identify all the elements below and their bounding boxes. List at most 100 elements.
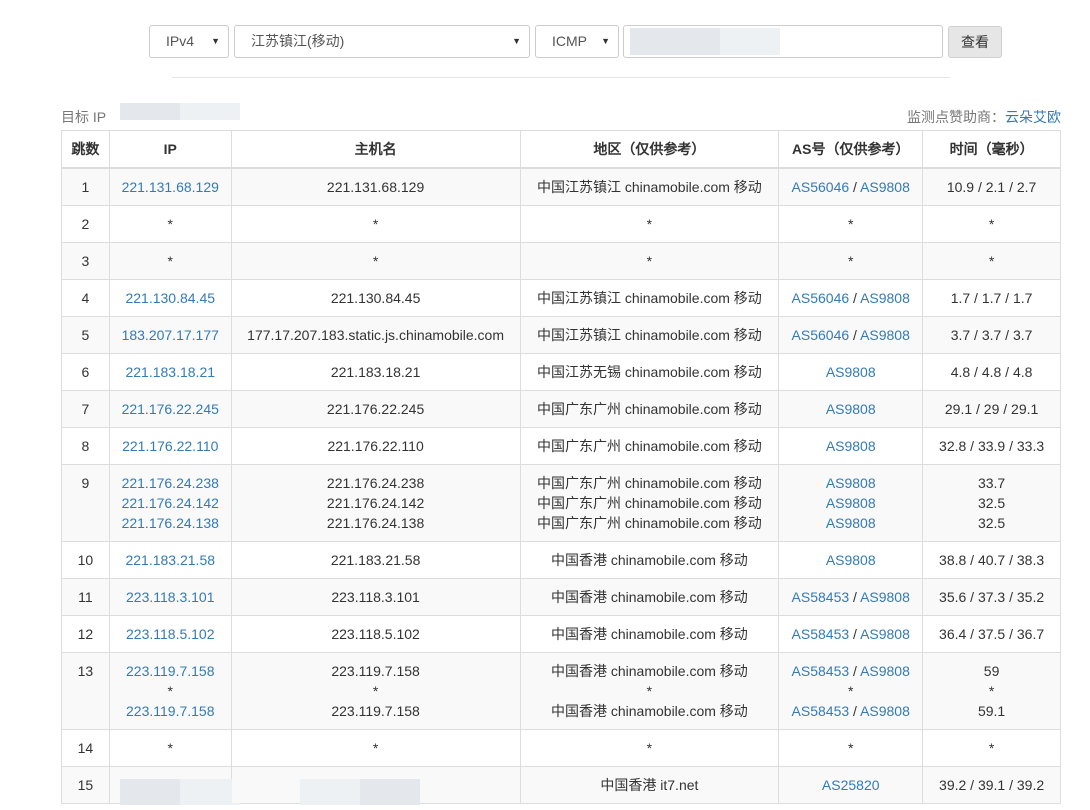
ip-link[interactable]: 183.207.17.177 — [114, 325, 227, 345]
hostname-value: 221.183.21.58 — [330, 552, 421, 568]
as-line: * — [783, 214, 918, 234]
table-row: 15 中国香港 it7.net AS25820 39.2 / 39.1 / 39.2 — [61, 766, 1061, 805]
as-link[interactable]: AS9808 — [860, 179, 910, 195]
ip-link[interactable]: 221.176.24.142 — [114, 493, 227, 513]
time-value: 59.1 — [977, 703, 1006, 719]
as-line: AS9808 — [783, 436, 918, 456]
time-cell: 35.6 / 37.3 / 35.2 — [922, 578, 1061, 616]
as-link[interactable]: AS9808 — [826, 552, 876, 568]
as-link[interactable]: AS9808 — [860, 626, 910, 642]
as-link[interactable]: AS9808 — [826, 475, 876, 491]
target-ip-label: 目标 IP — [61, 109, 107, 125]
as-link[interactable]: AS9808 — [860, 327, 910, 343]
hop-cell: 12 — [61, 615, 110, 653]
region-value: * — [646, 740, 653, 756]
table-row: 14 * * * * * — [61, 729, 1061, 767]
hostname-value: 221.176.22.110 — [327, 438, 424, 454]
as-link[interactable]: AS56046 — [792, 290, 850, 306]
region-value: 中国香港 chinamobile.com 移动 — [550, 626, 748, 642]
hostname-cell: 221.130.84.45 — [230, 279, 521, 317]
as-link[interactable]: AS9808 — [860, 589, 910, 605]
ip-link[interactable]: 221.176.22.110 — [114, 436, 227, 456]
col-header-hostname: 主机名 — [230, 130, 521, 169]
as-cell: * — [778, 729, 924, 767]
as-link[interactable]: AS58453 — [792, 663, 850, 679]
table-row: 11 223.118.3.101 223.118.3.101 中国香港 chinamo… — [61, 578, 1061, 616]
as-link[interactable]: AS9808 — [860, 703, 910, 719]
as-link[interactable]: AS56046 — [792, 179, 850, 195]
ip-link[interactable]: 221.130.84.45 — [114, 288, 227, 308]
time-cell: * — [922, 729, 1061, 767]
target-input[interactable] — [623, 25, 943, 58]
view-button[interactable]: 查看 — [948, 26, 1002, 58]
as-line: AS58453 / AS9808 — [791, 626, 910, 642]
hop-cell: 3 — [61, 242, 110, 280]
redacted-target-ip — [120, 103, 240, 120]
sponsor-line: 监测点赞助商：云朵艾欧 — [907, 107, 1061, 127]
as-line: AS58453 / AS9808 — [791, 589, 910, 605]
as-link[interactable]: AS9808 — [826, 495, 876, 511]
ip-cell: 221.176.22.110 — [108, 427, 232, 465]
chevron-down-icon: ▼ — [601, 36, 610, 46]
ip-link[interactable]: 223.118.3.101 — [114, 587, 227, 607]
as-line: * — [783, 681, 918, 701]
ip-link[interactable]: 221.176.24.238 — [114, 473, 227, 493]
as-link[interactable]: AS56046 — [792, 327, 850, 343]
ip-link[interactable]: 221.183.21.58 — [114, 550, 227, 570]
ip-cell: 221.130.84.45 — [108, 279, 232, 317]
protocol-select[interactable]: IPv4 ▼ — [149, 25, 229, 58]
time-value: 59 — [983, 663, 1000, 679]
as-link[interactable]: AS58453 — [792, 703, 850, 719]
location-select[interactable]: 江苏镇江(移动) ▼ — [234, 25, 530, 58]
hostname-cell: * — [230, 729, 521, 767]
region-value: 中国广东广州 chinamobile.com 移动 — [536, 515, 762, 531]
col-header-time: 时间（毫秒） — [922, 130, 1061, 169]
as-link[interactable]: AS58453 — [792, 626, 850, 642]
as-link[interactable]: AS25820 — [822, 777, 880, 793]
ip-value: * — [167, 683, 173, 699]
ip-link[interactable]: 223.119.7.158 — [114, 661, 227, 681]
ip-link[interactable]: 221.176.24.138 — [114, 513, 227, 533]
method-select[interactable]: ICMP ▼ — [535, 25, 619, 58]
sponsor-prefix: 监测点赞助商： — [907, 109, 1005, 125]
as-link[interactable]: AS9808 — [826, 438, 876, 454]
chevron-down-icon: ▼ — [512, 36, 521, 46]
as-value: * — [848, 216, 854, 232]
table-row: 6 221.183.18.21 221.183.18.21 中国江苏无锡 chinam… — [61, 353, 1061, 391]
table-header-row: 跳数 IP 主机名 地区（仅供参考） AS号（仅供参考） 时间（毫秒） — [61, 130, 1061, 169]
as-link[interactable]: AS58453 — [792, 589, 850, 605]
as-link[interactable]: AS9808 — [860, 290, 910, 306]
as-link[interactable]: AS9808 — [826, 364, 876, 380]
time-value: 4.8 / 4.8 / 4.8 — [950, 364, 1033, 380]
time-value: * — [988, 216, 995, 232]
region-cell: 中国香港 chinamobile.com 移动 — [519, 541, 780, 579]
as-line: AS56046 / AS9808 — [791, 179, 910, 195]
region-value: 中国江苏镇江 chinamobile.com 移动 — [536, 179, 762, 195]
ip-link[interactable]: 221.131.68.129 — [114, 177, 227, 197]
region-cell: * — [519, 729, 780, 767]
table-row: 7 221.176.22.245 221.176.22.245 中国广东广州 chin… — [61, 390, 1061, 428]
ip-cell: 223.119.7.158 * 223.119.7.158 — [108, 652, 232, 730]
ip-link[interactable]: 223.118.5.102 — [114, 624, 227, 644]
hostname-cell: 177.17.207.183.static.js.chinamobile.com — [230, 316, 521, 354]
region-value: 中国广东广州 chinamobile.com 移动 — [536, 438, 762, 454]
hostname-cell: 221.176.24.238 221.176.24.142 221.176.24.1… — [230, 464, 521, 542]
region-cell: 中国广东广州 chinamobile.com 移动 — [519, 390, 780, 428]
as-link[interactable]: AS9808 — [826, 515, 876, 531]
ip-link[interactable]: 221.176.22.245 — [114, 399, 227, 419]
time-cell: 4.8 / 4.8 / 4.8 — [922, 353, 1061, 391]
hostname-value: * — [372, 683, 379, 699]
time-cell: 3.7 / 3.7 / 3.7 — [922, 316, 1061, 354]
ip-link[interactable]: 223.119.7.158 — [114, 701, 227, 721]
time-cell: 36.4 / 37.5 / 36.7 — [922, 615, 1061, 653]
time-cell: * — [922, 242, 1061, 280]
as-link[interactable]: AS9808 — [860, 663, 910, 679]
sponsor-link[interactable]: 云朵艾欧 — [1005, 109, 1061, 125]
time-value: * — [988, 740, 995, 756]
region-value: 中国江苏无锡 chinamobile.com 移动 — [536, 364, 762, 380]
method-select-value: ICMP — [552, 33, 587, 49]
region-value: 中国香港 chinamobile.com 移动 — [550, 663, 748, 679]
region-value: 中国广东广州 chinamobile.com 移动 — [536, 495, 762, 511]
ip-link[interactable]: 221.183.18.21 — [114, 362, 227, 382]
as-link[interactable]: AS9808 — [826, 401, 876, 417]
